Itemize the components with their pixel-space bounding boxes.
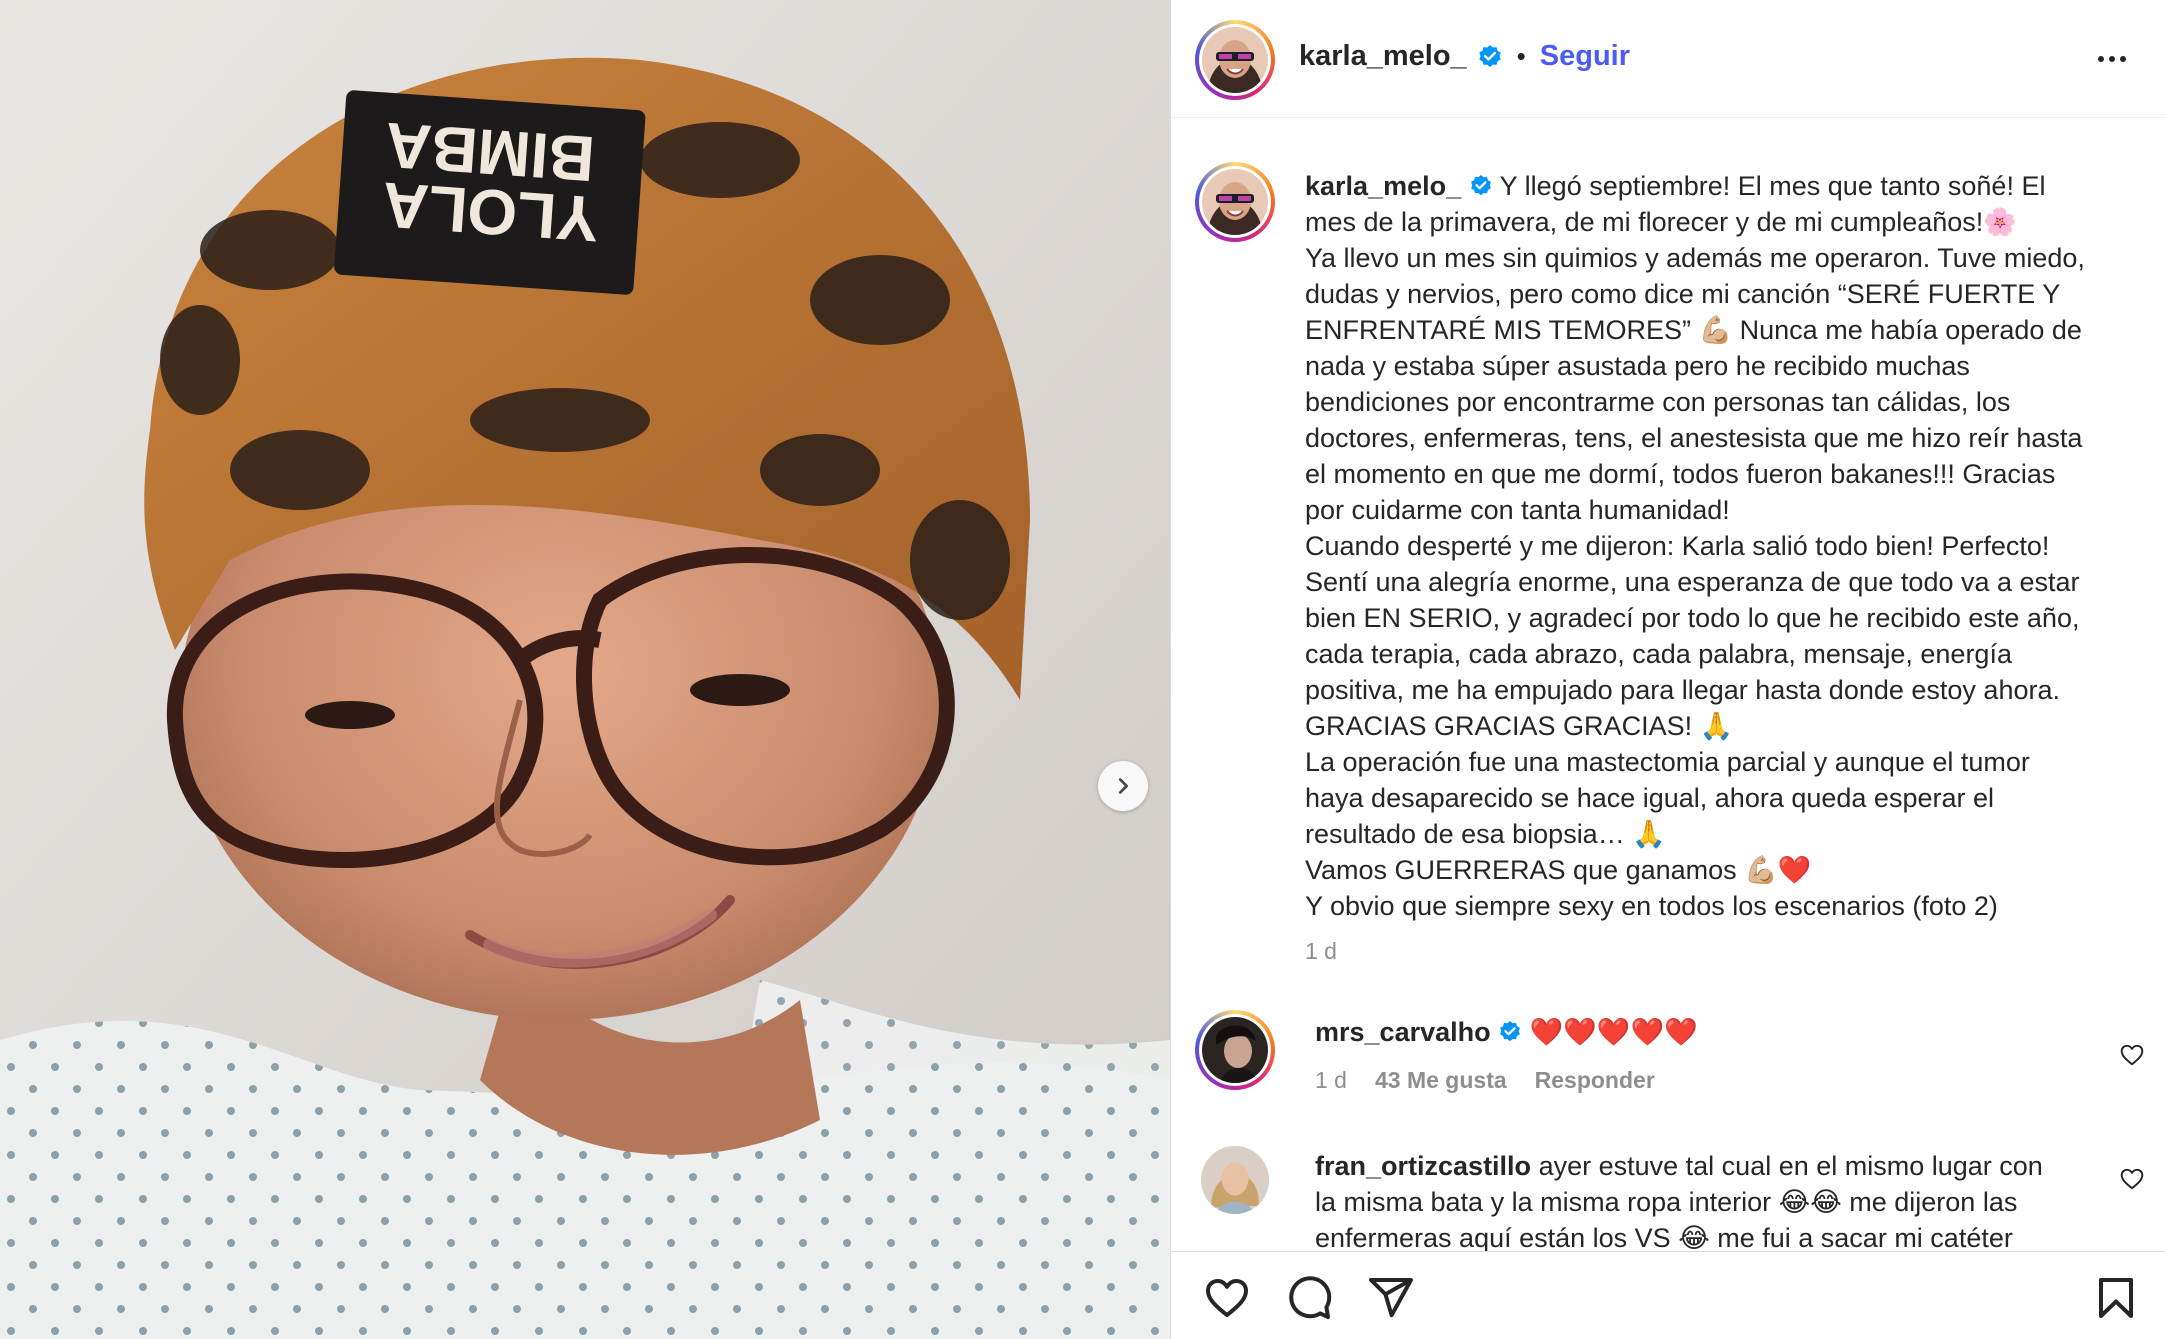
caption-username[interactable]: karla_melo_ <box>1305 171 1461 201</box>
caption-line: el momento en que me dormí, todos fueron… <box>1305 459 2056 489</box>
post-photo[interactable]: BIMBA YLOLA <box>0 0 1170 1339</box>
author-avatar-image <box>1202 27 1268 93</box>
author-avatar[interactable] <box>1195 20 1275 100</box>
more-options-button[interactable] <box>2092 44 2132 74</box>
chevron-right-icon <box>1118 778 1129 794</box>
comment-text: ❤️❤️❤️❤️❤️ <box>1529 1017 1698 1047</box>
caption-line: bien EN SERIO, y agradecí por todo lo qu… <box>1305 603 2080 633</box>
commenter-avatar[interactable] <box>1195 1010 1275 1090</box>
verified-badge-icon <box>1478 44 1501 67</box>
caption-line: Ya llevo un mes sin quimios y además me … <box>1305 243 2085 273</box>
caption-line: resultado de esa biopsia… 🙏 <box>1305 819 1666 849</box>
comment-item: fran_ortizcastillo ayer estuve tal cual … <box>1195 1146 2145 1251</box>
caption-line: cada terapia, cada abrazo, cada palabra,… <box>1305 639 2012 669</box>
post-caption: karla_melo_ Y llegó septiembre! El mes q… <box>1305 168 2150 924</box>
caption-line: Vamos GUERRERAS que ganamos 💪🏼❤️ <box>1305 855 1812 885</box>
commenter-avatar-image <box>1201 1146 1269 1214</box>
caption-line: Y llegó septiembre! El mes que tanto soñ… <box>1499 171 2046 201</box>
verified-badge-icon <box>1470 175 1491 196</box>
caption-line: bendiciones por encontrarme con personas… <box>1305 387 2011 417</box>
heart-icon[interactable] <box>2119 1042 2145 1068</box>
commenter-avatar[interactable] <box>1201 1146 1269 1214</box>
caption-line: dudas y nervios, pero como dice mi canci… <box>1305 279 2061 309</box>
caption-line: nada y estaba súper asustada pero he rec… <box>1305 351 1970 381</box>
heart-icon[interactable] <box>2119 1166 2145 1192</box>
like-heart-icon[interactable] <box>1203 1274 1251 1322</box>
caption-line: doctores, enfermeras, tens, el anestesis… <box>1305 423 2083 453</box>
more-dot-icon <box>2109 56 2115 62</box>
comment-item: mrs_carvalho ❤️❤️❤️❤️❤️ 1 d 43 Me gusta … <box>1195 1010 2145 1120</box>
hat-label-line2: YLOLA <box>380 169 601 256</box>
caption-line: ENFRENTARÉ MIS TEMORES” 💪🏼 Nunca me habí… <box>1305 315 2082 345</box>
author-username[interactable]: karla_melo_ <box>1299 40 1467 73</box>
caption-line: positiva, me ha empujado para llegar has… <box>1305 675 2060 705</box>
reply-button[interactable]: Responder <box>1535 1062 1655 1098</box>
save-bookmark-icon[interactable] <box>2092 1274 2140 1322</box>
caption-author-avatar[interactable] <box>1195 162 1275 242</box>
more-dot-icon <box>2120 56 2126 62</box>
caption-line: por cuidarme con tanta humanidad! <box>1305 495 1730 525</box>
commenter-username[interactable]: fran_ortizcastillo <box>1315 1151 1531 1181</box>
caption-avatar-image <box>1202 169 1268 235</box>
comment-meta: 1 d 43 Me gusta Responder <box>1315 1062 2115 1098</box>
verified-badge-icon <box>1500 1021 1521 1042</box>
caption-line: mes de la primavera, de mi florecer y de… <box>1305 207 2017 237</box>
caption-line: GRACIAS GRACIAS GRACIAS! 🙏 <box>1305 711 1734 741</box>
commenter-avatar-image <box>1202 1017 1268 1083</box>
comment-text: enfermeras aquí están los VS 😂 me fui a … <box>1315 1223 2013 1251</box>
post-timestamp[interactable]: 1 d <box>1305 938 1337 965</box>
comment-text: la misma bata y la misma ropa interior 😂… <box>1315 1187 2018 1217</box>
caption-line: Cuando desperté y me dijeron: Karla sali… <box>1305 531 2050 561</box>
separator-dot: • <box>1516 41 1526 71</box>
post-image: BIMBA YLOLA <box>0 0 1170 1339</box>
post-header: karla_melo_ • Seguir <box>1171 0 2165 118</box>
more-dot-icon <box>2098 56 2104 62</box>
post-side-panel: karla_melo_ • Seguir karla_melo_ Y llegó… <box>1170 0 2165 1339</box>
post-action-bar <box>1171 1251 2165 1339</box>
comment-timestamp[interactable]: 1 d <box>1315 1062 1347 1098</box>
comment-text: ayer estuve tal cual en el mismo lugar c… <box>1538 1151 2043 1181</box>
caption-line: haya desaparecido se hace igual, ahora q… <box>1305 783 1994 813</box>
comment-bubble-icon[interactable] <box>1285 1274 1333 1322</box>
caption-line: Sentí una alegría enorme, una esperanza … <box>1305 567 2080 597</box>
share-paper-plane-icon[interactable] <box>1367 1274 1415 1322</box>
caption-line: La operación fue una mastectomia parcial… <box>1305 747 2030 777</box>
commenter-username[interactable]: mrs_carvalho <box>1315 1017 1491 1047</box>
carousel-next-button[interactable] <box>1098 761 1148 811</box>
caption-line: Y obvio que siempre sexy en todos los es… <box>1305 891 1998 921</box>
follow-button[interactable]: Seguir <box>1540 40 1630 73</box>
comment-likes-count[interactable]: 43 Me gusta <box>1375 1062 1507 1098</box>
